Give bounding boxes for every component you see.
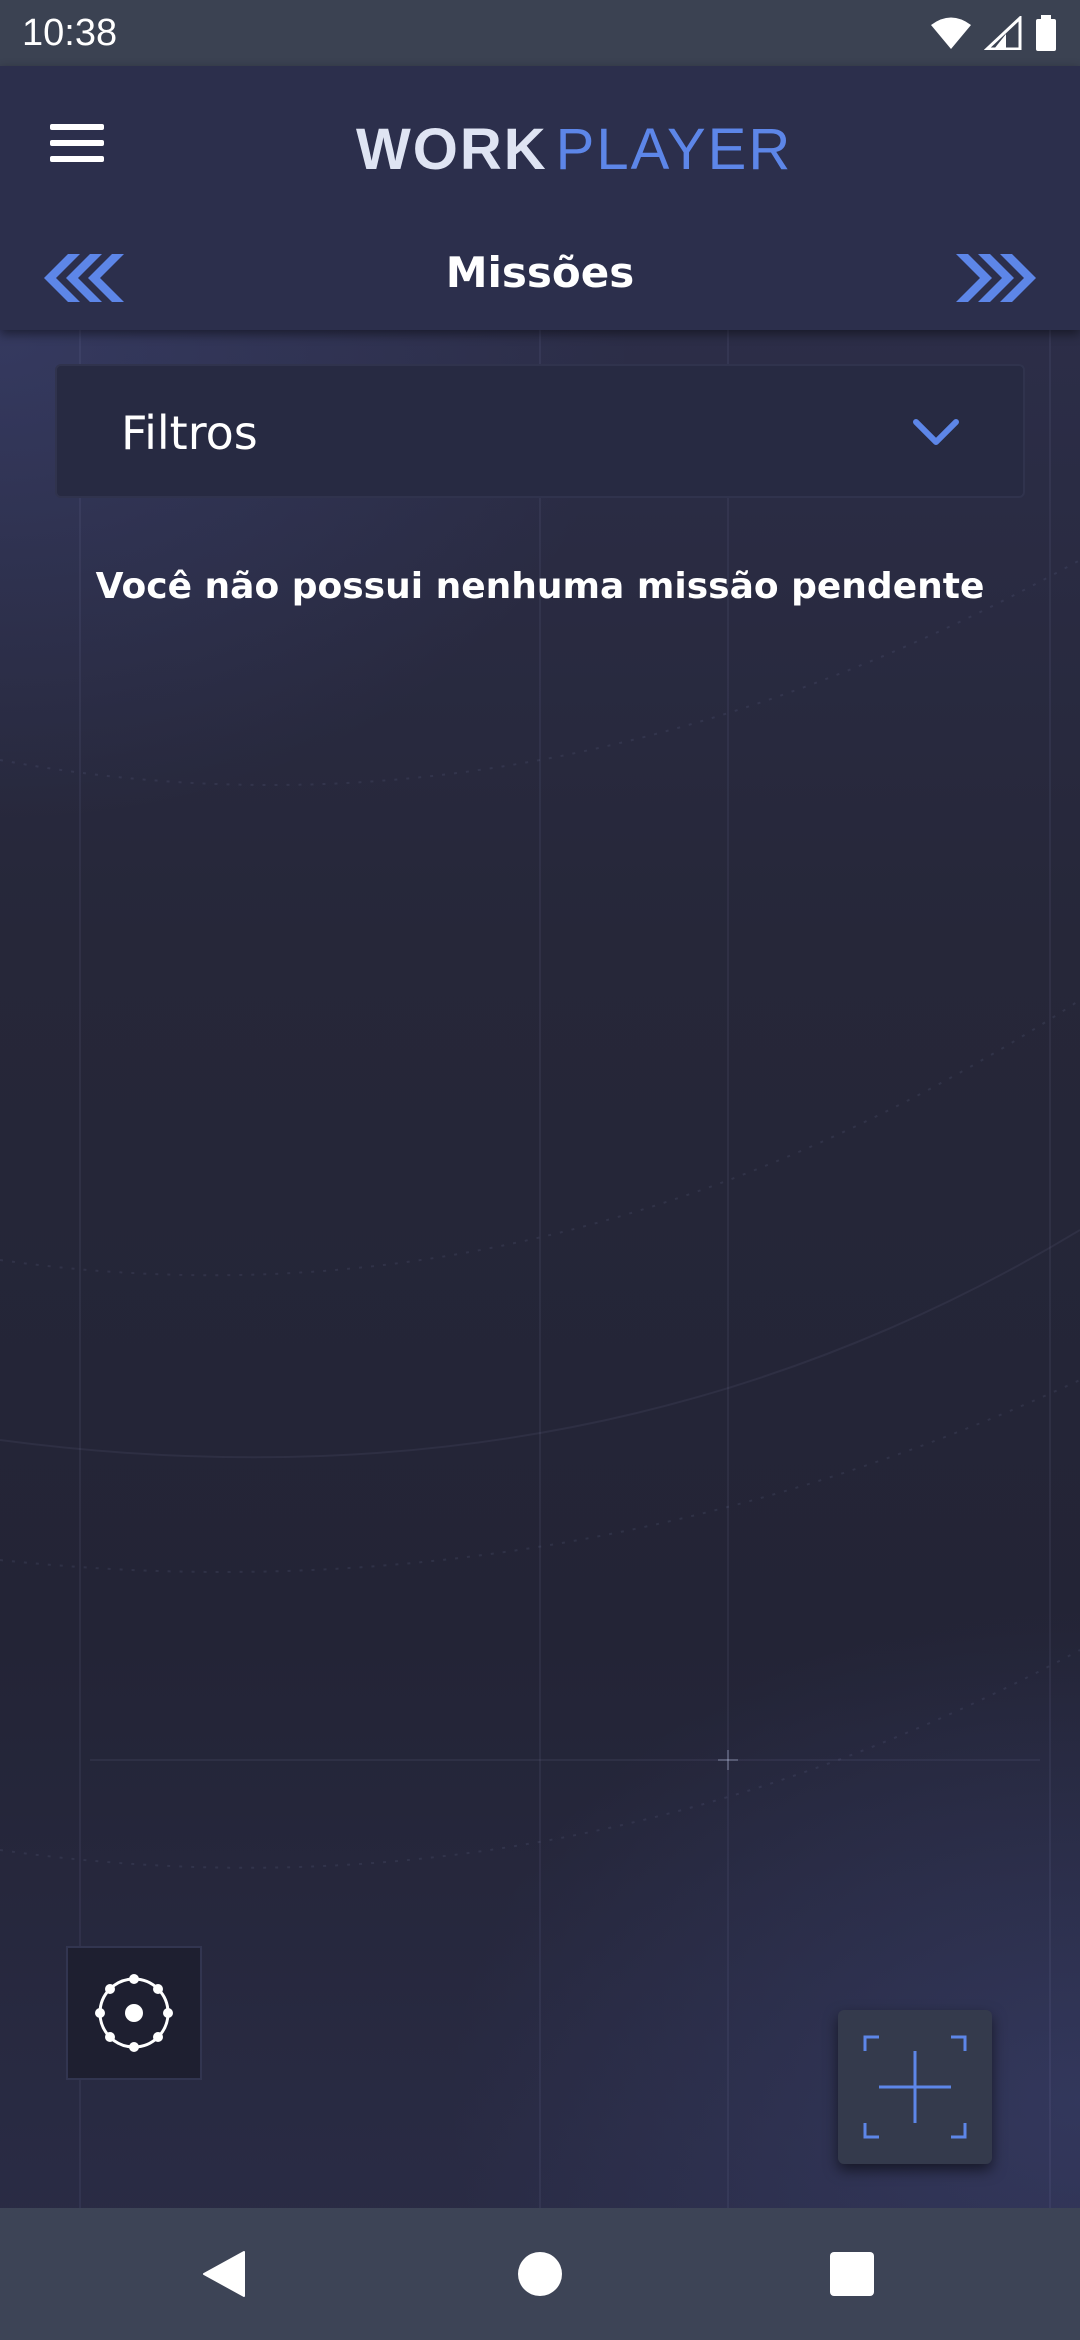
triple-chevron-right-icon[interactable] <box>952 252 1042 304</box>
orbit-button[interactable] <box>66 1946 202 2080</box>
back-icon[interactable] <box>200 2248 252 2300</box>
app-logo: WORK PLAYER <box>356 114 792 184</box>
empty-state-message: Você não possui nenhuma missão pendente <box>95 566 985 607</box>
recent-apps-icon[interactable] <box>826 2248 878 2300</box>
status-icons <box>930 15 1058 51</box>
status-time: 10:38 <box>22 11 118 54</box>
hamburger-menu-icon[interactable] <box>50 124 104 168</box>
logo-player: PLAYER <box>555 116 793 182</box>
system-nav-bar <box>0 2208 1080 2340</box>
filter-dropdown[interactable]: Filtros <box>55 364 1025 498</box>
battery-icon <box>1036 15 1056 51</box>
app-header: WORK PLAYER Missões <box>0 66 1080 330</box>
signal-icon <box>984 16 1022 50</box>
home-icon[interactable] <box>514 2248 566 2300</box>
page-title: Missões <box>445 248 635 297</box>
orbit-icon <box>95 1974 173 2052</box>
logo-work: WORK <box>356 116 548 182</box>
status-bar: 10:38 <box>0 0 1080 66</box>
scan-add-icon <box>863 2035 967 2139</box>
filter-label: Filtros <box>121 406 258 460</box>
add-mission-fab[interactable] <box>838 2010 992 2164</box>
chevron-down-icon <box>913 419 959 445</box>
wifi-icon <box>931 17 971 49</box>
